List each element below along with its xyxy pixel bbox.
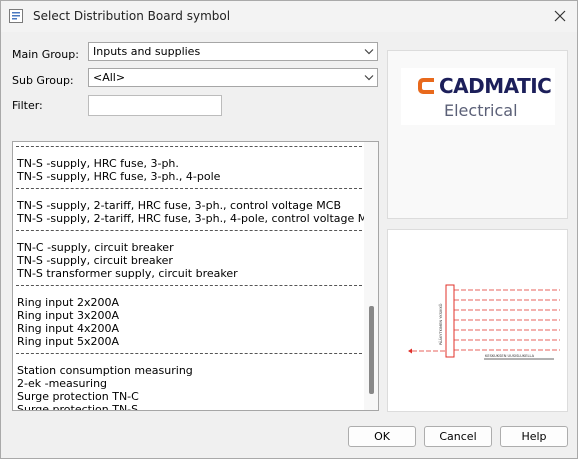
sub-group-dropdown[interactable]: <All> — [88, 68, 378, 87]
main-group-dropdown[interactable]: Inputs and supplies — [88, 42, 378, 61]
cadmatic-logo: CADMATIC Electrical — [401, 68, 555, 125]
preview-drawing: PÄÄKYTKIMEN YKSIKKÖ KESKUKSEN UUSISLUKEL… — [408, 284, 560, 360]
list-item[interactable]: Ring input 3x200A — [17, 309, 119, 322]
filter-label: Filter: — [12, 99, 43, 112]
window-title: Select Distribution Board symbol — [33, 9, 231, 23]
help-button[interactable]: Help — [500, 426, 568, 447]
list-scrollbar[interactable] — [364, 142, 378, 410]
filter-input[interactable] — [88, 95, 222, 116]
list-separator — [16, 188, 362, 189]
list-item[interactable]: Ring input 5x200A — [17, 335, 119, 348]
list-separator — [16, 230, 362, 231]
chevron-down-icon — [364, 75, 374, 81]
cadmatic-mark-icon — [418, 78, 434, 94]
list-item[interactable]: Surge protection TN-C — [17, 390, 139, 403]
preview-vertical-label: PÄÄKYTKIMEN YKSIKKÖ — [438, 303, 443, 345]
list-item[interactable]: TN-S -supply, HRC fuse, 3-ph., 4-pole — [17, 170, 220, 183]
list-item[interactable]: Station consumption measuring — [17, 364, 193, 377]
list-item[interactable]: Ring input 4x200A — [17, 322, 119, 335]
scrollbar-thumb[interactable] — [369, 306, 374, 394]
list-item[interactable]: 2-ek -measuring — [17, 377, 107, 390]
symbol-list[interactable]: TN-S -supply, HRC fuse, 3-ph. TN-S -suppl… — [12, 141, 379, 411]
sub-group-value: <All> — [93, 71, 126, 84]
cancel-button[interactable]: Cancel — [424, 426, 492, 447]
list-item[interactable]: TN-S transformer supply, circuit breaker — [17, 267, 238, 280]
symbol-preview: PÄÄKYTKIMEN YKSIKKÖ KESKUKSEN UUSISLUKEL… — [387, 229, 568, 412]
list-item[interactable]: TN-C -supply, circuit breaker — [17, 241, 174, 254]
main-group-value: Inputs and supplies — [93, 45, 201, 58]
list-item[interactable]: TN-S -supply, circuit breaker — [17, 254, 173, 267]
list-separator — [16, 146, 362, 147]
list-item[interactable]: Ring input 2x200A — [17, 296, 119, 309]
preview-output-lines — [454, 289, 560, 351]
dialog-window: Select Distribution Board symbol Main Gr… — [0, 0, 578, 459]
list-item[interactable]: Surge protection TN-S — [17, 403, 138, 410]
list-item[interactable]: TN-S -supply, 2-tariff, HRC fuse, 3-ph.,… — [17, 199, 341, 212]
app-icon — [9, 9, 23, 23]
list-separator — [16, 353, 362, 354]
preview-bottom-label: KESKUKSEN UUSISLUKELLA — [485, 354, 535, 358]
main-group-label: Main Group: — [12, 48, 79, 61]
list-item[interactable]: TN-S -supply, HRC fuse, 3-ph. — [17, 157, 179, 170]
close-icon — [554, 10, 566, 22]
logo-product-text: Electrical — [444, 101, 518, 120]
logo-brand-text: CADMATIC — [439, 74, 552, 98]
logo-panel: CADMATIC Electrical — [387, 50, 568, 219]
chevron-down-icon — [364, 49, 374, 55]
title-bar[interactable]: Select Distribution Board symbol — [1, 1, 577, 32]
close-button[interactable] — [547, 4, 573, 28]
ok-button[interactable]: OK — [348, 426, 416, 447]
sub-group-label: Sub Group: — [12, 74, 74, 87]
list-separator — [16, 285, 362, 286]
list-item[interactable]: TN-S -supply, 2-tariff, HRC fuse, 3-ph.,… — [17, 212, 378, 225]
